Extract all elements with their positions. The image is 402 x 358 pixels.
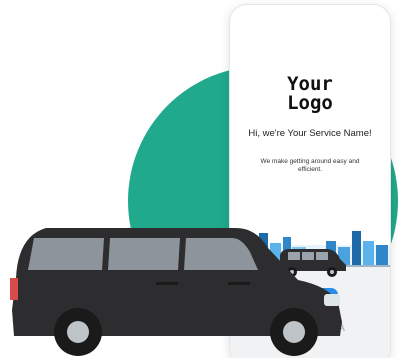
tagline-text: We make getting around easy and efficien… <box>260 158 360 173</box>
van-illustration <box>10 228 342 356</box>
greeting-text: Hi, we're Your Service Name! <box>248 128 372 139</box>
marketing-illustration: Your Logo Hi, we're Your Service Name! W… <box>0 0 402 358</box>
your-logo-placeholder: Your Logo <box>287 73 333 114</box>
